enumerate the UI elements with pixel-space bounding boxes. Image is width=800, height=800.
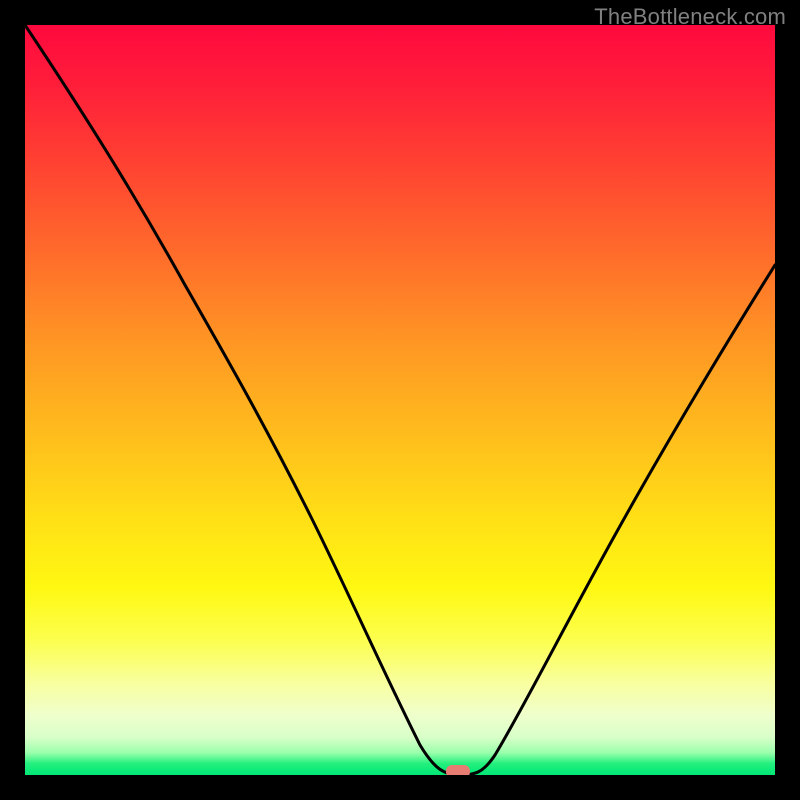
min-marker [446, 765, 470, 775]
curve-path [25, 25, 775, 775]
chart-frame: TheBottleneck.com [0, 0, 800, 800]
bottleneck-curve [25, 25, 775, 775]
watermark-text: TheBottleneck.com [594, 4, 786, 30]
plot-area [25, 25, 775, 775]
